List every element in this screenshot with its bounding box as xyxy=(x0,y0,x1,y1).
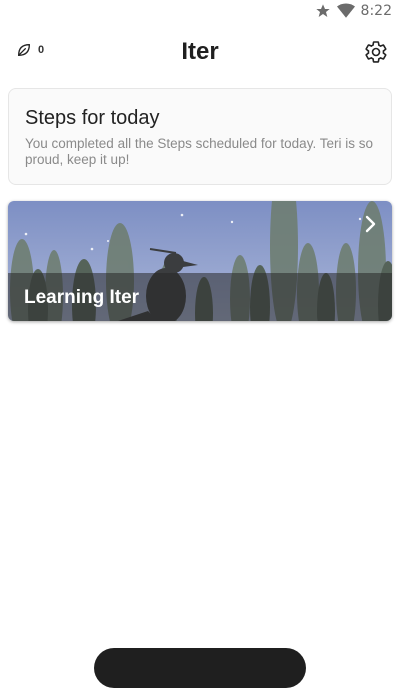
steps-message: You completed all the Steps scheduled fo… xyxy=(25,136,373,167)
status-bar: 8:22 xyxy=(0,0,400,24)
steps-title: Steps for today xyxy=(25,107,160,129)
course-card-learning-iter[interactable]: Learning Iter xyxy=(8,201,392,321)
course-title: Learning Iter xyxy=(24,287,140,308)
bottom-action-button[interactable] xyxy=(94,648,306,688)
star-icon xyxy=(315,4,330,17)
app-bar: 0 Iter xyxy=(0,28,400,76)
gear-icon xyxy=(365,41,387,63)
status-icons: 8:22 xyxy=(315,3,392,19)
wifi-icon xyxy=(336,3,355,18)
chevron-right-icon[interactable] xyxy=(364,215,378,233)
settings-button[interactable] xyxy=(364,40,388,64)
page-title: Iter xyxy=(181,38,219,65)
status-time: 8:22 xyxy=(360,3,392,19)
steps-today-card: Steps for today You completed all the St… xyxy=(8,88,392,185)
